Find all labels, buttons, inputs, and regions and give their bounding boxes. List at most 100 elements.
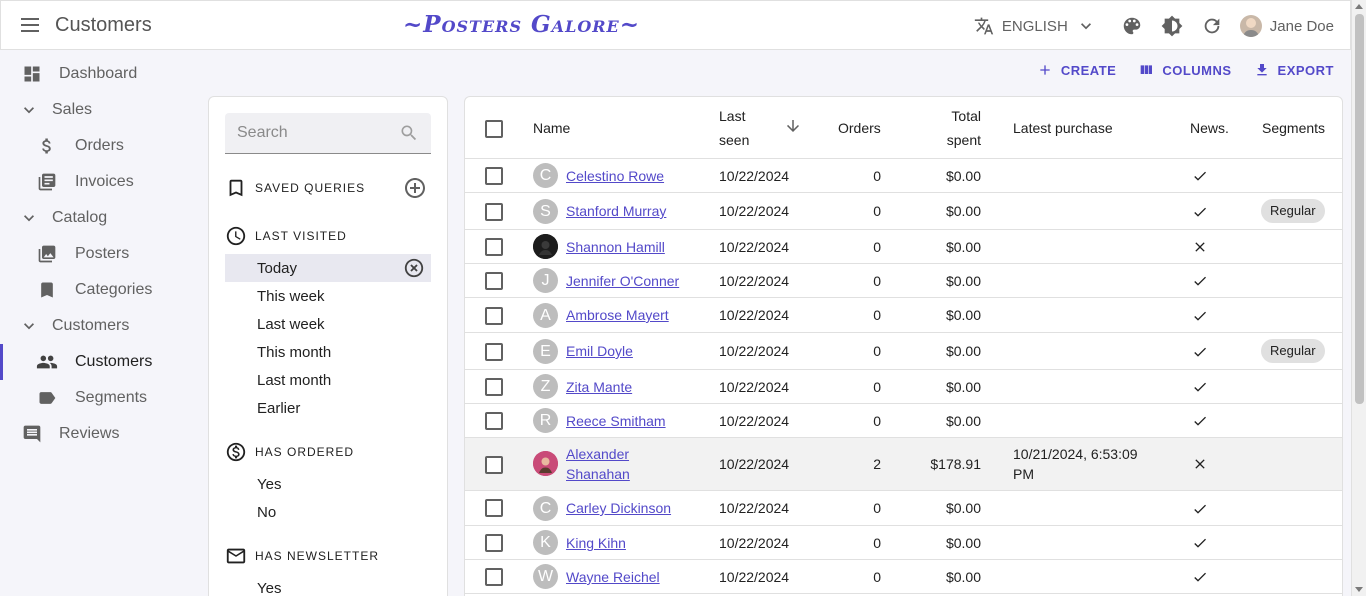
- check-icon: [1191, 500, 1209, 518]
- dashboard-icon: [20, 62, 44, 86]
- table-row[interactable]: E Emil Doyle 10/22/2024 0 $0.00 Regular: [465, 333, 1342, 370]
- language-selector[interactable]: ENGLISH: [974, 16, 1096, 36]
- column-header-last-seen[interactable]: Last seen: [719, 104, 749, 152]
- sidebar-item-orders[interactable]: Orders: [0, 128, 200, 164]
- table-row[interactable]: R Reece Smitham 10/22/2024 0 $0.00: [465, 404, 1342, 438]
- filter-option-newsletter-yes[interactable]: Yes: [225, 574, 431, 596]
- sidebar-group-customers[interactable]: Customers: [0, 308, 200, 344]
- export-button[interactable]: EXPORT: [1254, 62, 1334, 78]
- columns-button[interactable]: COLUMNS: [1138, 62, 1231, 78]
- filter-option-earlier[interactable]: Earlier: [225, 394, 431, 422]
- sidebar-item-posters[interactable]: Posters: [0, 236, 200, 272]
- row-checkbox[interactable]: [485, 412, 503, 430]
- table-row[interactable]: A Ambrose Mayert 10/22/2024 0 $0.00: [465, 298, 1342, 333]
- user-menu[interactable]: Jane Doe: [1239, 15, 1334, 37]
- chevron-down-icon: [17, 314, 41, 338]
- search-input[interactable]: [237, 124, 387, 142]
- customer-name-line: Shanahan: [566, 466, 630, 482]
- row-checkbox[interactable]: [485, 238, 503, 256]
- sidebar-group-catalog[interactable]: Catalog: [0, 200, 200, 236]
- sidebar-group-sales[interactable]: Sales: [0, 92, 200, 128]
- sidebar-item-reviews[interactable]: Reviews: [0, 416, 200, 452]
- customer-name-link[interactable]: Zita Mante: [566, 377, 632, 397]
- column-header-label: seen: [719, 132, 750, 148]
- customer-name-link[interactable]: Ambrose Mayert: [566, 305, 669, 325]
- customer-name-link[interactable]: Stanford Murray: [566, 201, 666, 221]
- dark-mode-icon[interactable]: [1152, 6, 1192, 46]
- row-checkbox[interactable]: [485, 456, 503, 474]
- customer-name-link[interactable]: Reece Smitham: [566, 411, 666, 431]
- app-bar: Customers ~Posters Galore~ ENGLISH Jane …: [0, 0, 1351, 50]
- last-seen-value: 10/22/2024: [719, 379, 790, 395]
- menu-icon[interactable]: [18, 13, 42, 37]
- sidebar-item-invoices[interactable]: Invoices: [0, 164, 200, 200]
- select-all-checkbox[interactable]: [485, 120, 503, 138]
- sidebar-group-label: Sales: [52, 101, 93, 118]
- scroll-down-arrow[interactable]: [1355, 587, 1363, 592]
- table-row[interactable]: J Jennifer O'Conner 10/22/2024 0 $0.00: [465, 264, 1342, 298]
- columns-icon: [1140, 65, 1153, 74]
- add-query-icon[interactable]: [403, 176, 427, 203]
- table-row[interactable]: C Carley Dickinson 10/22/2024 0 $0.00: [465, 491, 1342, 526]
- table-row[interactable]: W Wayne Reichel 10/22/2024 0 $0.00: [465, 560, 1342, 594]
- latest-purchase-value: 10/21/2024, 6:53:09 PM: [1013, 444, 1163, 484]
- row-checkbox[interactable]: [485, 534, 503, 552]
- filter-option-yes[interactable]: Yes: [225, 470, 431, 498]
- customer-name-link[interactable]: Wayne Reichel: [566, 567, 660, 587]
- row-checkbox[interactable]: [485, 378, 503, 396]
- customer-name-link[interactable]: Celestino Rowe: [566, 166, 664, 186]
- filter-option-last-month[interactable]: Last month: [225, 366, 431, 394]
- table-row[interactable]: K King Kihn 10/22/2024 0 $0.00: [465, 526, 1342, 560]
- filter-option-no[interactable]: No: [225, 498, 431, 526]
- table-row[interactable]: S Stanford Murray 10/22/2024 0 $0.00 Reg…: [465, 193, 1342, 230]
- row-checkbox[interactable]: [485, 343, 503, 361]
- filter-option-today[interactable]: Today: [225, 254, 431, 282]
- theme-palette-icon[interactable]: [1112, 6, 1152, 46]
- segment-chip: Regular: [1261, 199, 1325, 223]
- row-checkbox[interactable]: [485, 568, 503, 586]
- column-header-name[interactable]: Name: [533, 116, 570, 140]
- chevron-down-icon: [17, 206, 41, 230]
- clock-icon: [226, 226, 246, 246]
- filter-option-last-week[interactable]: Last week: [225, 310, 431, 338]
- refresh-icon[interactable]: [1192, 6, 1232, 46]
- row-checkbox[interactable]: [485, 307, 503, 325]
- customer-name-link[interactable]: Jennifer O'Conner: [566, 271, 679, 291]
- column-header-orders[interactable]: Orders: [838, 116, 881, 140]
- check-icon: [1191, 568, 1209, 586]
- customer-name-link[interactable]: King Kihn: [566, 533, 626, 553]
- arrow-down-icon[interactable]: [784, 117, 802, 138]
- sidebar-item-customers[interactable]: Customers: [0, 344, 200, 380]
- scroll-up-arrow[interactable]: [1355, 4, 1363, 9]
- row-checkbox[interactable]: [485, 272, 503, 290]
- row-checkbox[interactable]: [485, 203, 503, 221]
- filter-option-this-month[interactable]: This month: [225, 338, 431, 366]
- create-button[interactable]: CREATE: [1037, 62, 1116, 78]
- latest-purchase-line: PM: [1013, 466, 1034, 482]
- sidebar-item-dashboard[interactable]: Dashboard: [0, 56, 200, 92]
- total-spent-value: $0.00: [945, 413, 981, 429]
- customer-name-link[interactable]: Carley Dickinson: [566, 498, 671, 518]
- customer-name-link[interactable]: Alexander Shanahan: [566, 444, 656, 484]
- sidebar-item-categories[interactable]: Categories: [0, 272, 200, 308]
- page-scrollbar[interactable]: [1351, 0, 1366, 596]
- row-checkbox[interactable]: [485, 499, 503, 517]
- orders-value: 0: [873, 307, 881, 323]
- table-row[interactable]: Shannon Hamill 10/22/2024 0 $0.00: [465, 230, 1342, 264]
- customer-name-link[interactable]: Shannon Hamill: [566, 237, 665, 257]
- column-header-total-spent[interactable]: Total spent: [925, 104, 981, 152]
- table-row[interactable]: C Celestino Rowe 10/22/2024 0 $0.00: [465, 159, 1342, 193]
- row-checkbox[interactable]: [485, 167, 503, 185]
- search-field[interactable]: [225, 113, 431, 154]
- has-newsletter-section: HAS NEWSLETTER: [225, 544, 431, 568]
- table-row[interactable]: Z Zita Mante 10/22/2024 0 $0.00: [465, 370, 1342, 404]
- scrollbar-thumb[interactable]: [1355, 14, 1364, 404]
- sidebar-item-segments[interactable]: Segments: [0, 380, 200, 416]
- filter-option-this-week[interactable]: This week: [225, 282, 431, 310]
- customer-name-link[interactable]: Emil Doyle: [566, 341, 633, 361]
- table-row[interactable]: Alexander Shanahan 10/22/2024 2 $178.91 …: [465, 438, 1342, 491]
- column-header-newsletter[interactable]: News.: [1190, 116, 1229, 140]
- last-seen-value: 10/22/2024: [719, 168, 790, 184]
- clear-filter-icon[interactable]: [403, 257, 425, 283]
- column-header-latest-purchase[interactable]: Latest purchase: [1013, 116, 1113, 140]
